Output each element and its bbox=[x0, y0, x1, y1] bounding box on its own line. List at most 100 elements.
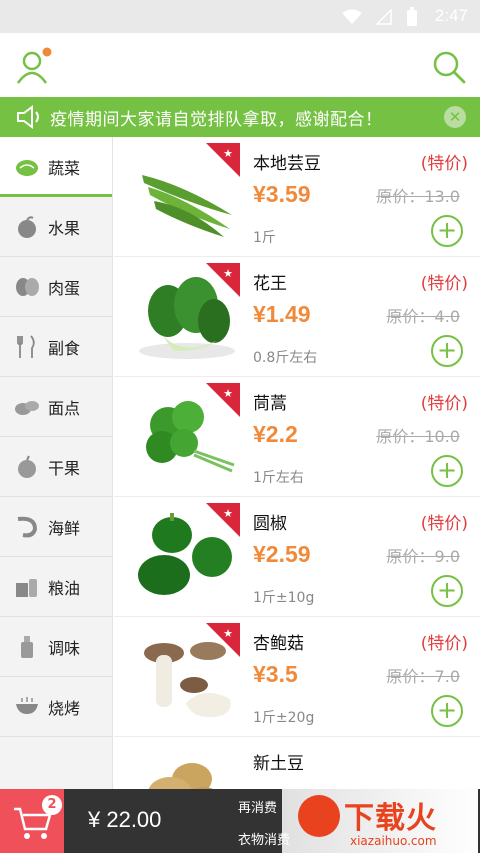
sidebar-item-staples[interactable]: 副食 bbox=[0, 317, 112, 377]
product-unit: 1斤±20g bbox=[253, 710, 315, 726]
cart-bar: 2 ¥ 22.00 再消费 衣物消费 下载火 xiazaihuo.com bbox=[0, 789, 480, 853]
category-label: 烧烤 bbox=[48, 698, 81, 718]
special-ribbon-icon: ★ bbox=[206, 143, 240, 177]
shrimp-icon bbox=[14, 514, 40, 540]
cart-count-badge: 2 bbox=[42, 795, 62, 815]
original-price: 原价：9.0 bbox=[386, 547, 460, 566]
category-label: 粮油 bbox=[48, 578, 81, 598]
product-name: 圆椒 bbox=[253, 514, 287, 534]
product-name: 杏鲍菇 bbox=[253, 634, 304, 654]
svg-text:★: ★ bbox=[223, 507, 233, 520]
special-tag: (特价) bbox=[420, 634, 468, 654]
utensils-icon bbox=[14, 334, 40, 360]
original-price: 原价：4.0 bbox=[386, 307, 460, 326]
product-list: ★ 本地芸豆 ¥3.59 1斤 (特价) 原价：13.0 + ★ 花王 ¥1.4… bbox=[114, 137, 480, 789]
user-icon[interactable] bbox=[14, 47, 54, 87]
list-item[interactable]: ★ 圆椒 ¥2.59 1斤±10g (特价) 原价：9.0 + bbox=[114, 497, 480, 617]
category-label: 副食 bbox=[48, 338, 81, 358]
category-sidebar: 蔬菜 水果 肉蛋 副食 面点 干果 海鲜 粮油 调味 烧烤 bbox=[0, 137, 113, 789]
special-tag: (特价) bbox=[420, 394, 468, 414]
original-price: 原价：13.0 bbox=[376, 187, 460, 206]
pastry-icon bbox=[14, 394, 40, 420]
product-name: 茼蒿 bbox=[253, 394, 287, 414]
original-price: 原价：7.0 bbox=[386, 667, 460, 686]
list-item[interactable]: ★ 杏鲍菇 ¥3.5 1斤±20g (特价) 原价：7.0 + bbox=[114, 617, 480, 737]
cart-button[interactable]: 2 bbox=[0, 789, 64, 853]
category-label: 蔬菜 bbox=[48, 158, 81, 178]
category-label: 肉蛋 bbox=[48, 278, 81, 298]
sidebar-item-dried-fruit[interactable]: 干果 bbox=[0, 437, 112, 497]
original-price: 原价：10.0 bbox=[376, 427, 460, 446]
meat-egg-icon bbox=[14, 274, 40, 300]
clock: 2:47 bbox=[434, 6, 468, 25]
add-to-cart-button[interactable]: + bbox=[431, 335, 463, 367]
svg-text:★: ★ bbox=[223, 627, 233, 640]
sidebar-item-grain-oil[interactable]: 粮油 bbox=[0, 557, 112, 617]
special-ribbon-icon: ★ bbox=[206, 503, 240, 537]
sidebar-item-pastry[interactable]: 面点 bbox=[0, 377, 112, 437]
product-name: 本地芸豆 bbox=[253, 154, 321, 174]
svg-text:★: ★ bbox=[223, 267, 233, 280]
add-to-cart-button[interactable]: + bbox=[431, 695, 463, 727]
product-price: ¥3.5 bbox=[253, 661, 298, 687]
notice-banner: 疫情期间大家请自觉排队拿取，感谢配合！ ✕ bbox=[0, 97, 480, 137]
product-price: ¥1.49 bbox=[253, 301, 311, 327]
product-price: ¥3.59 bbox=[253, 181, 311, 207]
watermark-logo: 下载火 xiazaihuo.com bbox=[282, 789, 478, 853]
category-label: 调味 bbox=[48, 638, 81, 658]
special-ribbon-icon: ★ bbox=[206, 263, 240, 297]
sidebar-item-seafood[interactable]: 海鲜 bbox=[0, 497, 112, 557]
signal-icon bbox=[376, 9, 392, 25]
sidebar-item-vegetables[interactable]: 蔬菜 bbox=[0, 137, 112, 197]
product-name: 花王 bbox=[253, 274, 287, 294]
status-icons bbox=[342, 7, 418, 27]
category-label: 海鲜 bbox=[48, 518, 81, 538]
product-unit: 1斤±10g bbox=[253, 590, 315, 606]
product-unit: 1斤左右 bbox=[253, 470, 304, 486]
category-label: 水果 bbox=[48, 218, 81, 238]
battery-icon bbox=[407, 7, 417, 26]
promo-line-1: 再消费 bbox=[238, 801, 278, 816]
sidebar-item-bbq[interactable]: 烧烤 bbox=[0, 677, 112, 737]
watermark-subtitle: xiazaihuo.com bbox=[350, 834, 437, 848]
product-image-potato bbox=[148, 763, 214, 789]
sidebar-item-seasoning[interactable]: 调味 bbox=[0, 617, 112, 677]
special-ribbon-icon: ★ bbox=[206, 623, 240, 657]
category-label: 面点 bbox=[48, 398, 81, 418]
svg-text:★: ★ bbox=[223, 147, 233, 160]
dried-fruit-icon bbox=[14, 454, 40, 480]
cart-total: ¥ 22.00 bbox=[88, 807, 162, 832]
bbq-icon bbox=[14, 694, 40, 720]
product-unit: 0.8斤左右 bbox=[253, 350, 318, 366]
svg-text:★: ★ bbox=[223, 387, 233, 400]
download-icon bbox=[298, 795, 340, 837]
close-icon[interactable]: ✕ bbox=[444, 106, 466, 128]
watermark-title: 下载火 bbox=[344, 801, 437, 836]
add-to-cart-button[interactable]: + bbox=[431, 215, 463, 247]
product-price: ¥2.59 bbox=[253, 541, 311, 567]
search-icon[interactable] bbox=[430, 49, 468, 85]
sidebar-item-meat-egg[interactable]: 肉蛋 bbox=[0, 257, 112, 317]
special-tag: (特价) bbox=[420, 274, 468, 294]
list-item[interactable]: 新土豆 bbox=[114, 737, 480, 789]
category-label: 干果 bbox=[48, 458, 81, 478]
vegetable-icon bbox=[14, 154, 40, 180]
product-name: 新土豆 bbox=[253, 754, 304, 774]
notice-text: 疫情期间大家请自觉排队拿取，感谢配合！ bbox=[50, 109, 383, 130]
add-to-cart-button[interactable]: + bbox=[431, 455, 463, 487]
list-item[interactable]: ★ 花王 ¥1.49 0.8斤左右 (特价) 原价：4.0 + bbox=[114, 257, 480, 377]
sidebar-item-fruit[interactable]: 水果 bbox=[0, 197, 112, 257]
wifi-icon bbox=[342, 9, 362, 24]
seasoning-icon bbox=[14, 634, 40, 660]
special-tag: (特价) bbox=[420, 514, 468, 534]
status-bar: 2:47 bbox=[0, 0, 480, 33]
special-tag: (特价) bbox=[420, 154, 468, 174]
fruit-icon bbox=[14, 214, 40, 240]
list-item[interactable]: ★ 茼蒿 ¥2.2 1斤左右 (特价) 原价：10.0 + bbox=[114, 377, 480, 497]
special-ribbon-icon: ★ bbox=[206, 383, 240, 417]
add-to-cart-button[interactable]: + bbox=[431, 575, 463, 607]
list-item[interactable]: ★ 本地芸豆 ¥3.59 1斤 (特价) 原价：13.0 + bbox=[114, 137, 480, 257]
speaker-icon bbox=[17, 105, 39, 129]
product-price: ¥2.2 bbox=[253, 421, 298, 447]
product-unit: 1斤 bbox=[253, 230, 276, 246]
